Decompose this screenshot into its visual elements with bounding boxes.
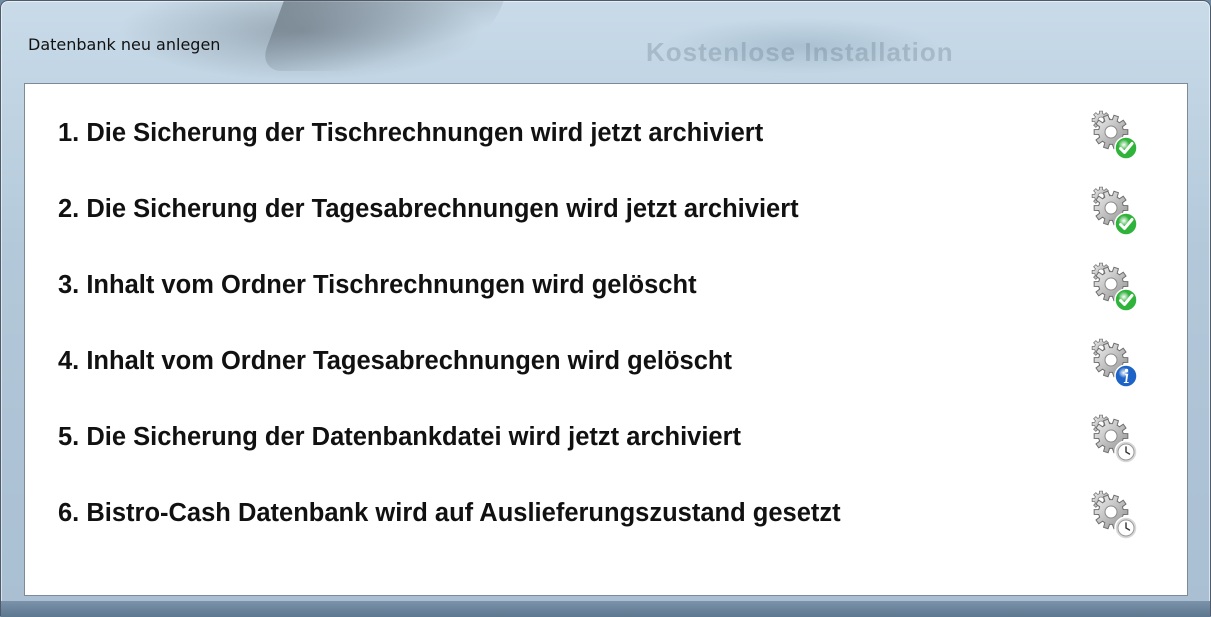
- step-5: 5. Die Sicherung der Datenbankdatei wird…: [25, 403, 1187, 475]
- gear-clock-icon: [1091, 490, 1138, 540]
- step-4: 4. Inhalt vom Ordner Tagesabrechnungen w…: [25, 327, 1187, 399]
- step-2: 2. Die Sicherung der Tagesabrechnungen w…: [25, 175, 1187, 247]
- gear-check-icon: [1091, 186, 1138, 236]
- gear-info-icon: [1091, 338, 1138, 388]
- window-title: Datenbank neu anlegen: [28, 35, 221, 54]
- step-label: 5. Die Sicherung der Datenbankdatei wird…: [58, 423, 742, 451]
- step-label: 1. Die Sicherung der Tischrechnungen wir…: [58, 119, 764, 147]
- background-caption: Kostenlose Installation: [646, 37, 954, 67]
- step-3: 3. Inhalt vom Ordner Tischrechnungen wir…: [25, 251, 1187, 323]
- step-label: 4. Inhalt vom Ordner Tagesabrechnungen w…: [58, 347, 732, 375]
- step-label: 3. Inhalt vom Ordner Tischrechnungen wir…: [58, 271, 697, 299]
- window-bottom-edge: [1, 601, 1210, 617]
- step-label: 2. Die Sicherung der Tagesabrechnungen w…: [58, 195, 799, 223]
- gear-check-icon: [1091, 110, 1138, 160]
- step-label: 6. Bistro-Cash Datenbank wird auf Auslie…: [58, 499, 841, 527]
- gear-clock-icon: [1091, 414, 1138, 464]
- step-6: 6. Bistro-Cash Datenbank wird auf Auslie…: [25, 479, 1187, 551]
- step-1: 1. Die Sicherung der Tischrechnungen wir…: [25, 99, 1187, 171]
- gear-check-icon: [1091, 262, 1138, 312]
- background-artwork: [258, 1, 504, 71]
- dialog-window: Kostenlose Installation Datenbank neu an…: [0, 0, 1211, 617]
- title-bar[interactable]: Kostenlose Installation Datenbank neu an…: [1, 1, 1210, 83]
- progress-panel: 1. Die Sicherung der Tischrechnungen wir…: [24, 83, 1188, 596]
